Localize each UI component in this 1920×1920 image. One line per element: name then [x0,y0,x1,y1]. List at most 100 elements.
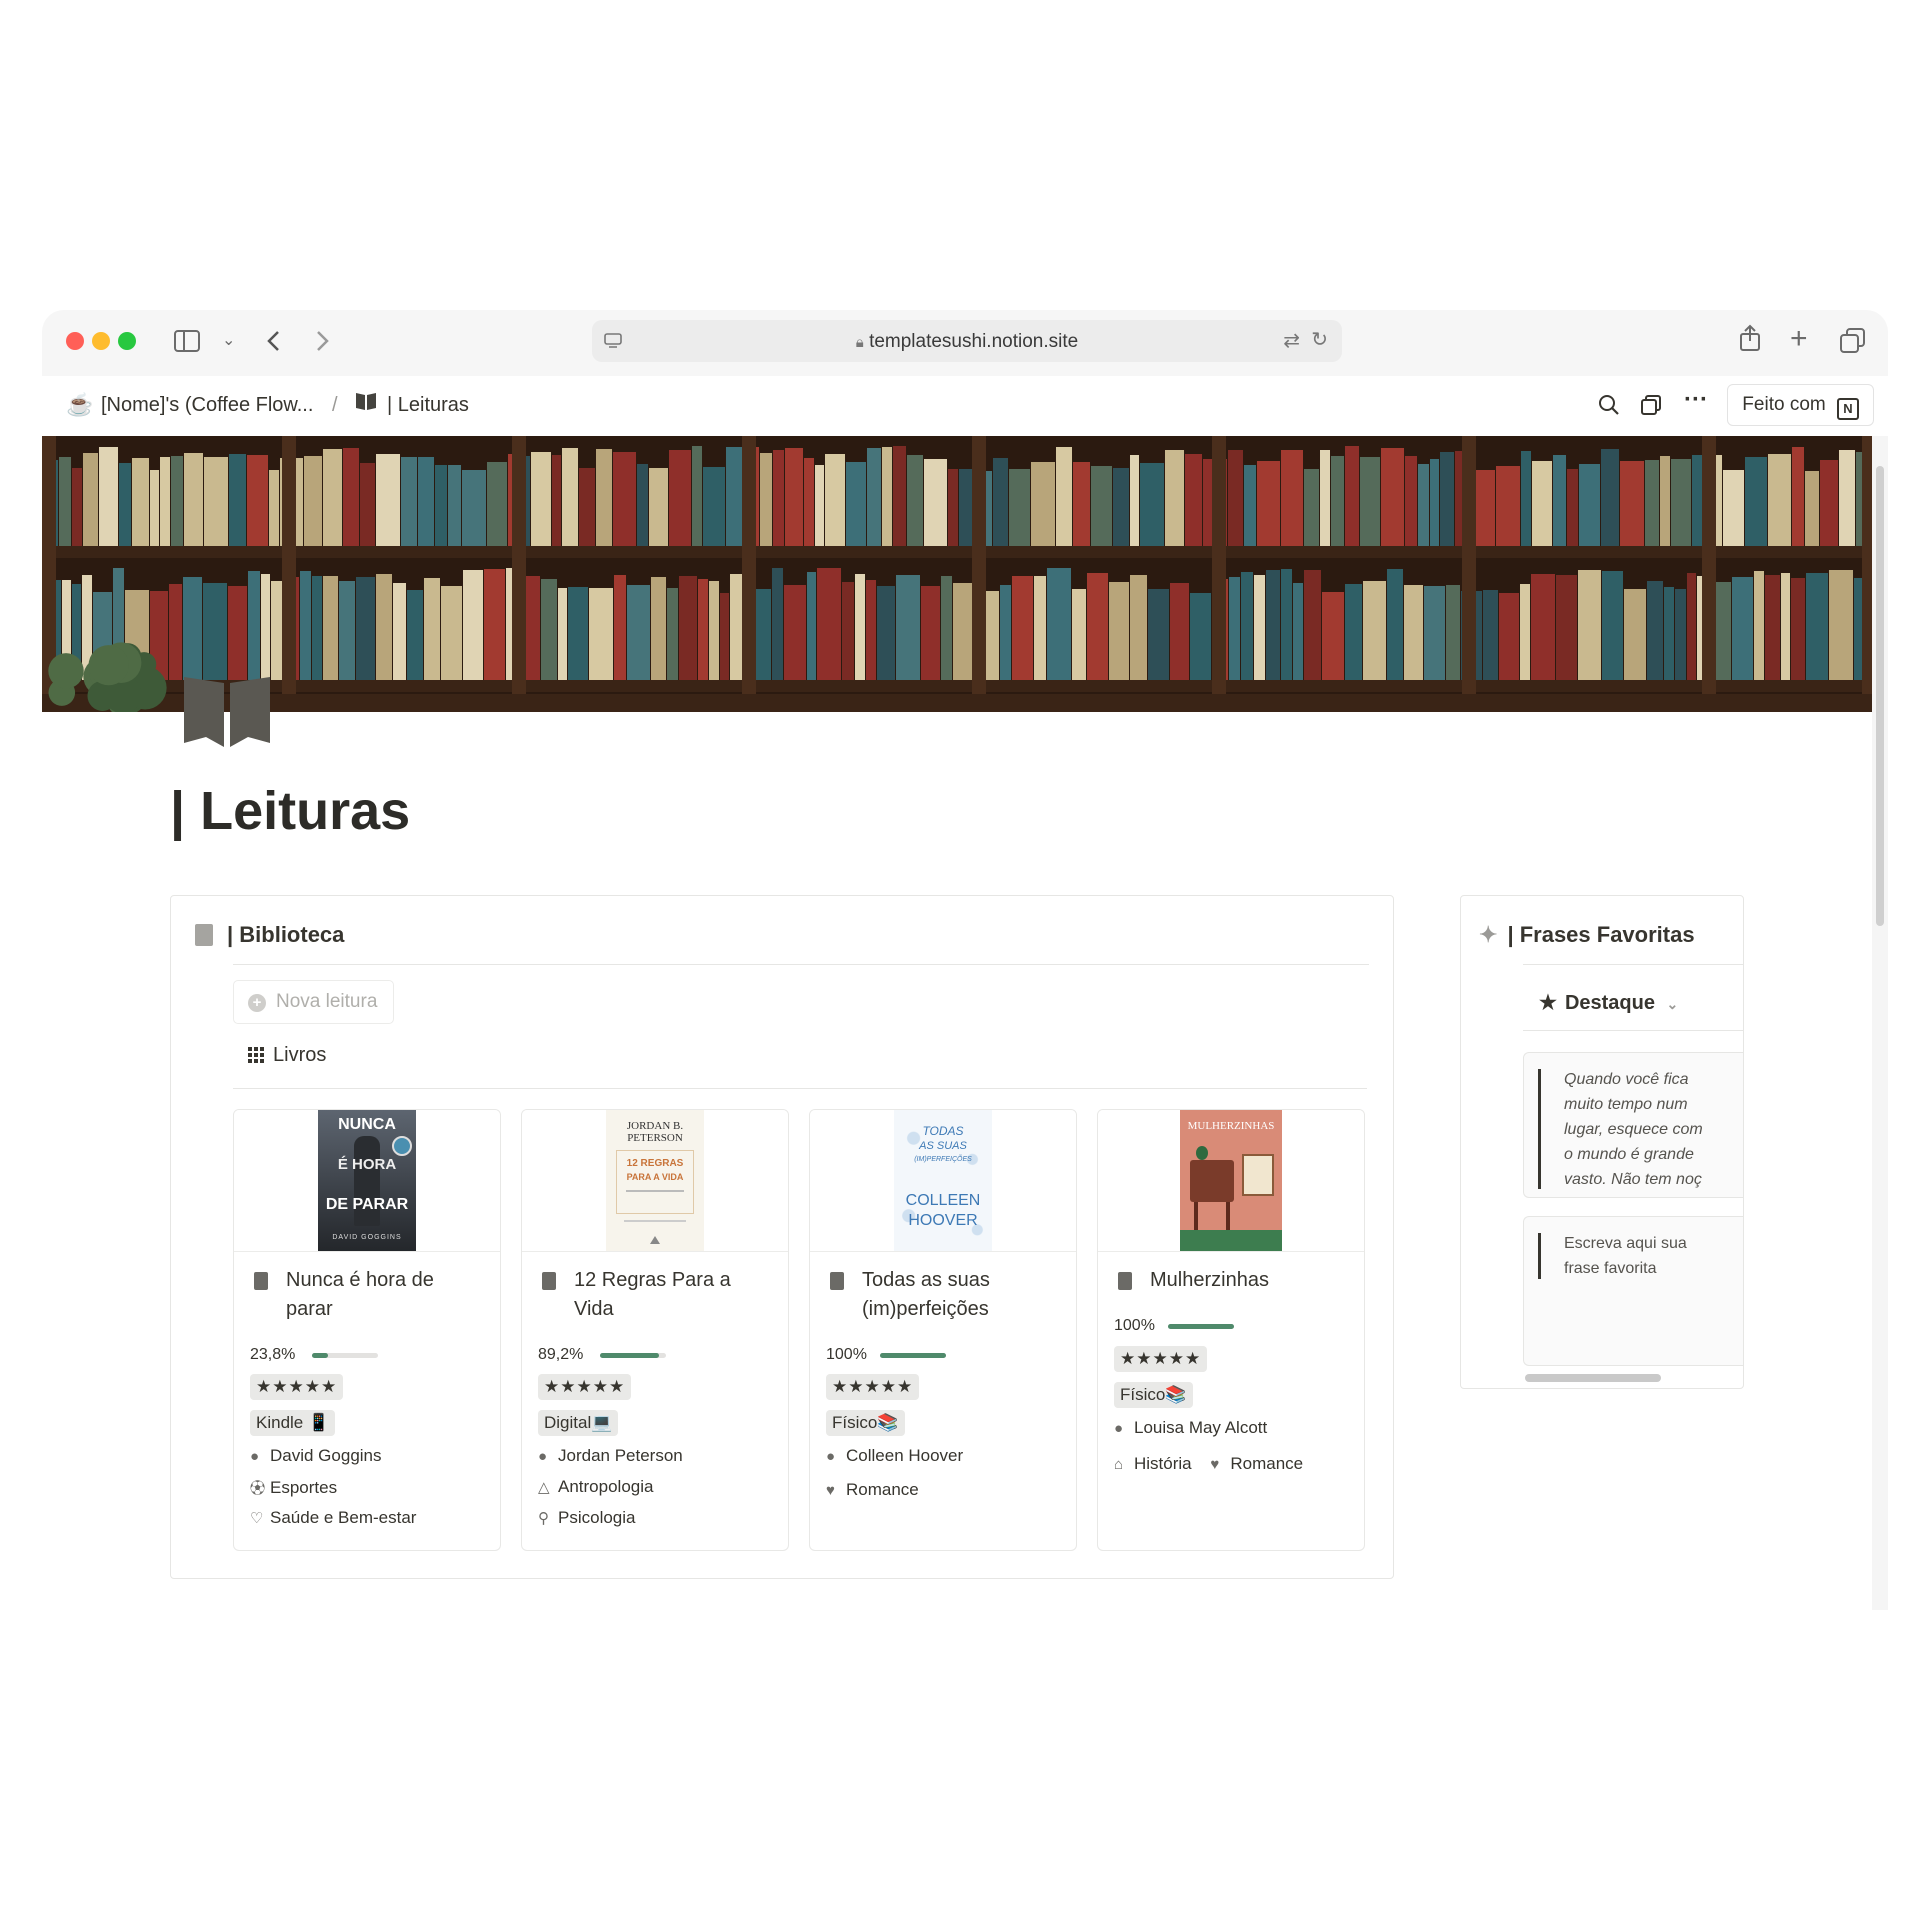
tabs-overview-icon[interactable] [1840,328,1866,354]
page-icon [542,1272,556,1290]
cover-text: PETERSON [627,1132,683,1144]
cover-image [42,436,1872,712]
cover-text: NUNCA [338,1116,396,1133]
sidebar-toggle-icon[interactable] [174,330,200,352]
cover-text: COLLEEN [905,1192,981,1209]
new-tab-icon[interactable]: + [1790,322,1808,356]
author-name: Louisa May Alcott [1134,1418,1268,1437]
book-cover-nunca: NUNCA É HORA DE PARAR DAVID GOGGINS [318,1110,416,1251]
reload-icon[interactable]: ↻ [1311,327,1328,352]
book-cover-12-regras: JORDAN B. PETERSON 12 REGRAS PARA A VIDA [606,1110,704,1251]
quote-text: Escreva aqui sua frase favorita [1564,1231,1743,1281]
page-scrollbar[interactable] [1872,436,1888,1610]
rating-tag: ★★★★★ [826,1374,920,1400]
destaque-view-selector[interactable]: ★ Destaque ⌄ [1539,990,1678,1015]
page-book-icon[interactable] [182,675,272,755]
minimize-window-button[interactable] [92,332,110,350]
new-reading-button[interactable]: + Nova leitura [233,980,395,1024]
frases-favoritas-block: ✦ | Frases Favoritas ★ Destaque ⌄ Quando v… [1460,895,1744,1389]
divider [233,1088,1367,1089]
breadcrumb-page[interactable]: | Leituras [387,394,469,417]
browser-toolbar: ⌄ 🔒︎ templatesushi.notion.site ⇄ ↻ + [42,310,1888,377]
destaque-label: Destaque [1564,992,1655,1014]
search-icon[interactable] [1598,394,1620,416]
share-icon[interactable] [1738,324,1762,352]
cover-text: MULHERZINHAS [1187,1120,1275,1132]
frases-header: ✦ | Frases Favoritas [1479,922,1695,948]
translate-icon[interactable]: ⇄ [1283,328,1300,353]
plus-circle-icon: + [248,994,266,1012]
book-icon [195,924,213,946]
horizontal-scrollbar[interactable] [1525,1374,1661,1382]
chevron-down-icon: ⌄ [1666,996,1679,1012]
view-tab-livros[interactable]: Livros [247,1044,326,1067]
url-field[interactable]: 🔒︎ templatesushi.notion.site [592,331,1342,353]
book-card[interactable]: NUNCA É HORA DE PARAR DAVID GOGGINS Nunc… [233,1109,501,1551]
book-cover-mulherzinhas: MULHERZINHAS [1180,1110,1282,1251]
back-icon[interactable] [266,330,280,352]
format-tag: Digital💻 [538,1410,619,1436]
author-property: ● David Goggins [250,1446,382,1466]
author-name: Jordan Peterson [558,1446,683,1465]
page-icon [830,1272,844,1290]
quote-card[interactable]: Escreva aqui sua frase favorita [1523,1216,1743,1366]
cover-text: TODAS [922,1124,964,1138]
author-property: ● Louisa May Alcott [1114,1418,1267,1438]
more-options-icon[interactable]: ··· [1684,386,1708,414]
format-tag: Kindle 📱 [250,1410,336,1436]
quote-line: frase favorita [1564,1260,1657,1277]
book-cover-area: NUNCA É HORA DE PARAR DAVID GOGGINS [234,1110,500,1252]
author-property: ● Colleen Hoover [826,1446,963,1466]
rating-tag: ★★★★★ [250,1374,344,1400]
person-icon: ● [826,1448,836,1465]
progress-bar [1168,1324,1234,1329]
progress-label: 23,8% [250,1346,296,1363]
forward-icon[interactable] [316,330,330,352]
person-icon: ● [1114,1420,1124,1437]
progress-bar [312,1353,378,1358]
category-name: Romance [846,1480,919,1499]
notion-logo-icon: N [1837,398,1859,420]
divider [1523,1030,1743,1031]
zoom-window-button[interactable] [118,332,136,350]
quote-bar [1538,1233,1541,1279]
cover-text: 12 REGRAS [626,1158,684,1169]
book-card[interactable]: JORDAN B. PETERSON 12 REGRAS PARA A VIDA… [521,1109,789,1551]
cover-text: DAVID GOGGINS [332,1234,402,1241]
address-bar[interactable]: 🔒︎ templatesushi.notion.site ⇄ ↻ [592,320,1342,362]
category-name: Saúde e Bem-estar [270,1508,417,1527]
book-cover-area: MULHERZINHAS [1098,1110,1364,1252]
quote-text: Quando você fica muito tempo num lugar, … [1564,1067,1743,1192]
new-reading-label: Nova leitura [276,991,378,1012]
page-title[interactable]: | Leituras [170,780,410,842]
category-property: ♥ Romance [826,1480,919,1500]
category-property: ♡ Saúde e Bem-estar [250,1508,416,1528]
page-icon [1118,1272,1132,1290]
book-card[interactable]: MULHERZINHAS Mulherzinhas 100% ★★★★★ Fís… [1097,1109,1365,1551]
quote-line: lugar, esquece com [1564,1121,1703,1138]
chevron-down-icon[interactable]: ⌄ [222,330,235,350]
category-name: Antropologia [558,1477,654,1496]
progress-label: 100% [826,1346,867,1363]
quote-line: vasto. Não tem noç [1564,1171,1702,1188]
category-name: Esportes [270,1478,338,1497]
divider [233,964,1369,965]
quote-card[interactable]: Quando você fica muito tempo num lugar, … [1523,1052,1743,1198]
person-icon: ● [538,1448,548,1465]
book-title: 12 Regras Para a Vida [574,1269,731,1320]
book-card[interactable]: TODAS AS SUAS (IM)PERFEIÇÕES COLLEEN HOO… [809,1109,1077,1551]
feito-com-notion-button[interactable]: Feito com N [1727,384,1874,426]
breadcrumb-workspace[interactable]: [Nome]'s (Coffee Flow... [101,394,313,417]
rating-tag: ★★★★★ [1114,1346,1208,1372]
category-name: Psicologia [558,1508,636,1527]
progress-bar [600,1353,666,1358]
progress-bar [880,1353,946,1358]
page-scrollbar-thumb[interactable] [1876,466,1884,926]
quote-line: Escreva aqui sua [1564,1235,1687,1252]
close-window-button[interactable] [66,332,84,350]
triangle-icon: △ [538,1479,550,1496]
duplicate-icon[interactable] [1640,394,1662,416]
browser-window: ⌄ 🔒︎ templatesushi.notion.site ⇄ ↻ + ☕ [… [42,310,1888,1610]
cover-text: (IM)PERFEIÇÕES [914,1156,972,1163]
frases-title: | Frases Favoritas [1507,922,1695,947]
